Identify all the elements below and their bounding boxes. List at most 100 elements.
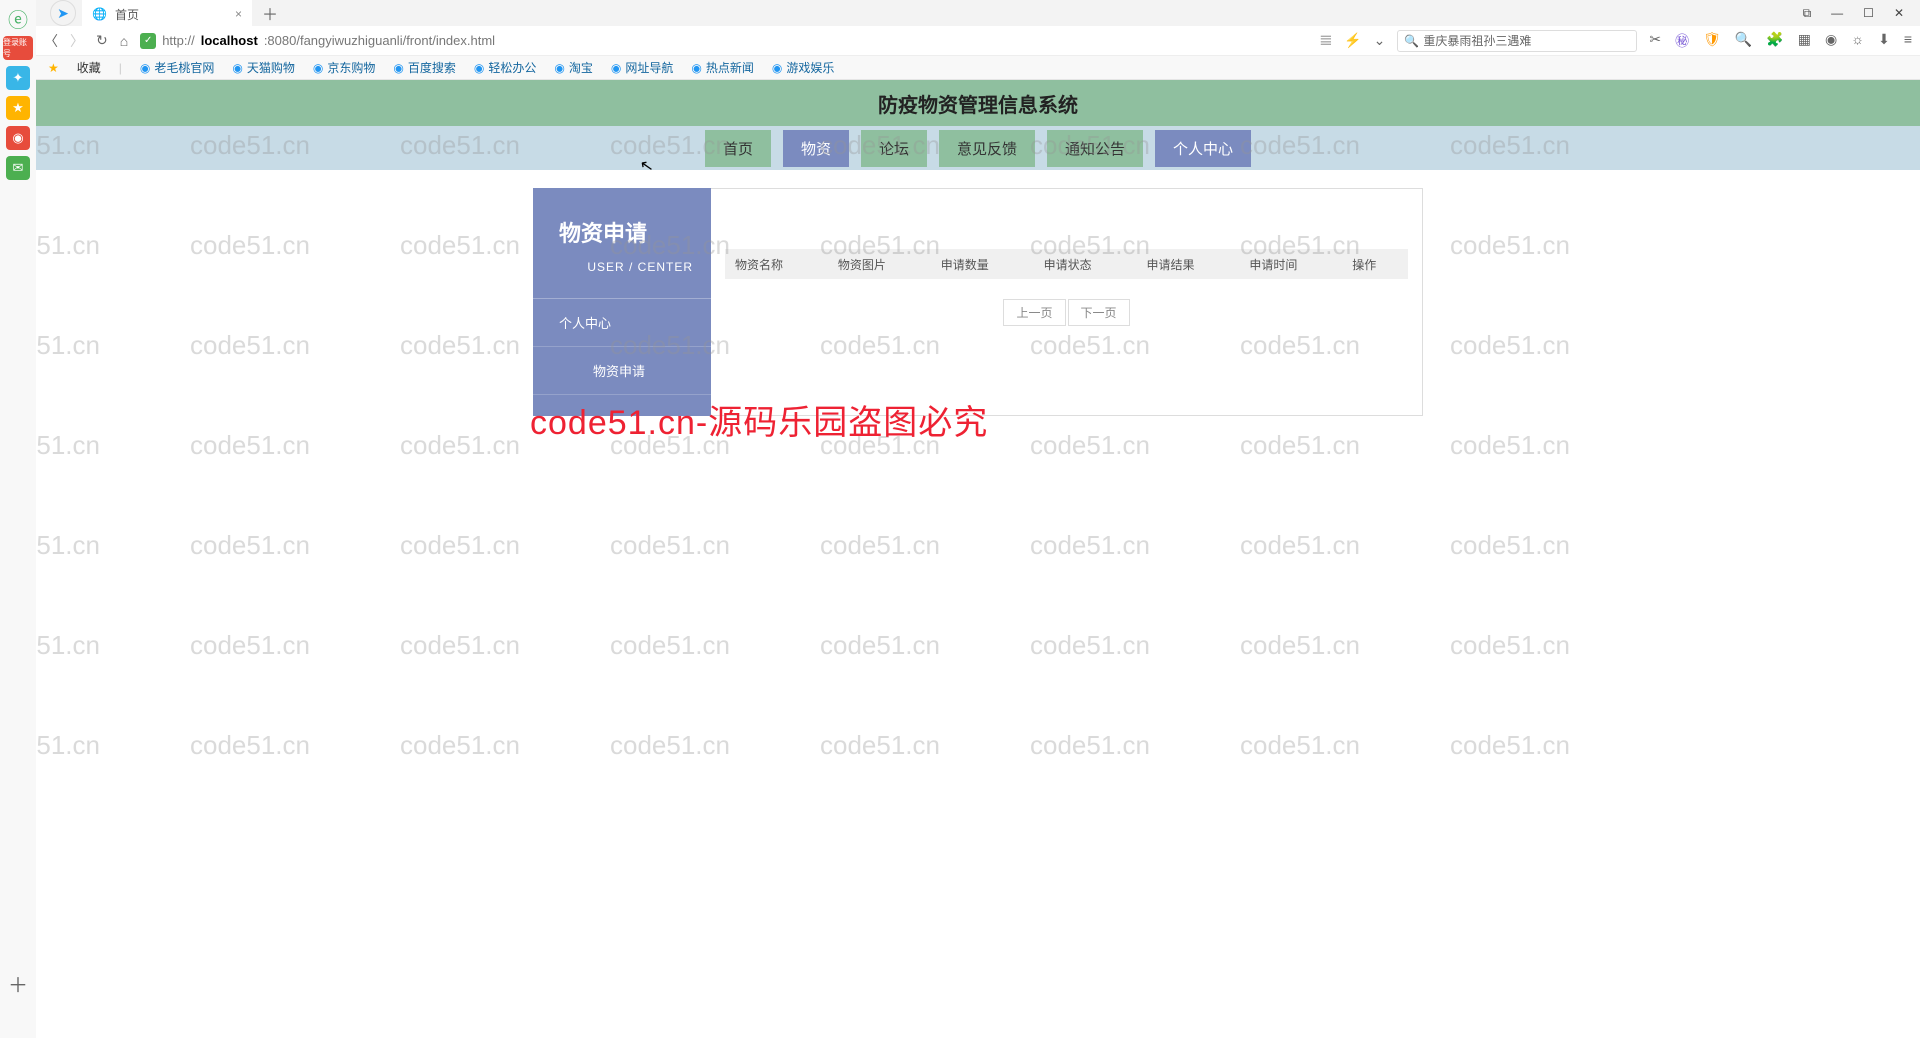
watermark-bg: code51.cn [820,630,940,661]
chevron-down-icon[interactable]: ⌄ [1374,32,1386,49]
nav-forum[interactable]: 论坛 [861,130,927,167]
watermark-bg: code51.cn [820,530,940,561]
bookmark-item-1[interactable]: ◉天猫购物 [232,59,295,76]
theme-icon[interactable]: ☼ [1851,31,1864,51]
globe-icon: ◉ [474,61,484,75]
active-tab-icon[interactable]: ➤ [50,0,76,26]
search-icon: 🔍 [1404,34,1419,48]
tab-title: 首页 [115,6,139,23]
nav-feedback[interactable]: 意见反馈 [939,130,1035,167]
url-field[interactable]: ✓ http://localhost:8080/fangyiwuzhiguanl… [140,33,780,49]
sidebar-item-material-apply[interactable]: 物资申请 [533,347,711,395]
sidebar-title: 物资申请 [533,188,711,254]
watermark-bg: code51.cn [610,730,730,761]
bookmark-fav-label[interactable]: 收藏 [77,59,101,76]
rail-app-3[interactable]: ◉ [6,126,30,150]
watermark-bg: code51.cn [1030,430,1150,461]
th-time: 申请时间 [1239,256,1342,273]
qr-icon[interactable]: 𝌆 [1320,32,1333,49]
menu-icon[interactable]: ≡ [1904,31,1912,51]
puzzle-icon[interactable]: 🧩 [1766,31,1783,51]
translate-icon[interactable]: ㊙ [1675,31,1689,51]
grid-icon[interactable]: ▦ [1798,31,1811,51]
watermark-bg: code51.cn [400,630,520,661]
rail-app-2[interactable]: ★ [6,96,30,120]
bookmark-item-6[interactable]: ◉网址导航 [611,59,674,76]
window-pip-icon[interactable]: ⧉ [1803,6,1812,21]
pager-next[interactable]: 下一页 [1068,299,1130,326]
site-banner: 防疫物资管理信息系统 [36,80,1920,126]
browser-left-rail: ⓔ 登录账号 ✦ ★ ◉ ✉ ＋ [0,0,36,1038]
th-result: 申请结果 [1137,256,1240,273]
nav-home[interactable]: 首页 [705,130,771,167]
scissors-icon[interactable]: ✂ [1649,31,1661,51]
th-status: 申请状态 [1034,256,1137,273]
watermark-bg: code51.cn [1240,430,1360,461]
bolt-icon[interactable]: ⚡ [1344,32,1361,49]
watermark-bg: code51.cn [1450,730,1570,761]
bookmark-bar: ★ 收藏 | ◉老毛桃官网◉天猫购物◉京东购物◉百度搜索◉轻松办公◉淘宝◉网址导… [36,56,1920,80]
watermark-bg: code51.cn [1030,630,1150,661]
pager: 上一页 下一页 [711,299,1422,326]
rail-add[interactable]: ＋ [8,969,28,998]
search-input[interactable]: 🔍 重庆暴雨祖孙三遇难 [1397,30,1637,52]
nav-notice[interactable]: 通知公告 [1047,130,1143,167]
sidebar-item-user-center[interactable]: 个人中心 [533,299,711,347]
bookmark-item-8[interactable]: ◉游戏娱乐 [772,59,835,76]
reload-icon[interactable]: ↻ [96,32,108,49]
watermark-bg: code51.cn [1240,730,1360,761]
watermark-bg: code51.cn [1450,430,1570,461]
watermark-bg: code51.cn [1240,530,1360,561]
rail-app-1[interactable]: ✦ [6,66,30,90]
globe-icon: ◉ [691,61,701,75]
back-icon[interactable]: 〈 [44,31,58,51]
th-image: 物资图片 [828,256,931,273]
bookmark-item-0[interactable]: ◉老毛桃官网 [140,59,215,76]
globe-icon: ◉ [393,61,403,75]
main-panel: 物资名称 物资图片 申请数量 申请状态 申请结果 申请时间 操作 上一页 下一页 [711,188,1423,416]
nav-user-center[interactable]: 个人中心 [1155,130,1251,167]
globe-icon: ◉ [611,61,621,75]
watermark-bg: code51.cn [610,630,730,661]
bookmark-item-3[interactable]: ◉百度搜索 [393,59,456,76]
globe-icon: ◉ [313,61,323,75]
window-minimize-icon[interactable]: — [1831,6,1843,21]
shield-icon: ✓ [140,33,156,49]
bookmark-item-7[interactable]: ◉热点新闻 [691,59,754,76]
sidebar: 物资申请 USER / CENTER 个人中心 物资申请 [533,188,711,416]
new-tab-button[interactable]: ＋ [262,1,278,25]
bookmark-item-4[interactable]: ◉轻松办公 [474,59,537,76]
sec-shield-icon[interactable]: 🛡 [1703,31,1721,51]
close-icon[interactable]: × [235,7,242,21]
url-rest: :8080/fangyiwuzhiguanli/front/index.html [264,33,495,48]
watermark-bg: code51.cn [820,730,940,761]
globe2-icon[interactable]: ◉ [1825,31,1837,51]
window-maximize-icon[interactable]: ☐ [1863,6,1874,21]
rail-badge: 登录账号 [3,36,33,60]
watermark-bg: code51.cn [190,730,310,761]
watermark-large: code51.cn-源码乐园盗图必究 [530,395,988,444]
forward-icon[interactable]: 〉 [70,31,84,51]
bookmark-item-5[interactable]: ◉淘宝 [554,59,593,76]
globe-icon: ◉ [140,61,150,75]
rail-logo: ⓔ [6,6,30,30]
pager-prev[interactable]: 上一页 [1003,299,1065,326]
window-close-icon[interactable]: ✕ [1894,6,1904,21]
watermark-bg: code51.cn [400,730,520,761]
watermark-bg: code51.cn [400,530,520,561]
browser-tab[interactable]: 🌐 首页 × [82,0,252,26]
tool-search-icon[interactable]: 🔍 [1735,31,1752,51]
watermark-bg: code51.cn [400,430,520,461]
watermark-bg: code51.cn [610,530,730,561]
bookmark-item-2[interactable]: ◉京东购物 [313,59,376,76]
th-action: 操作 [1342,256,1408,273]
url-host: localhost [201,33,258,48]
globe-icon: ◉ [554,61,564,75]
download-icon[interactable]: ⬇ [1878,31,1890,51]
nav-materials[interactable]: 物资 [783,130,849,167]
rail-app-4[interactable]: ✉ [6,156,30,180]
globe-icon: ◉ [772,61,782,75]
home-icon[interactable]: ⌂ [120,33,128,49]
watermark-bg: code51.cn [190,430,310,461]
search-placeholder: 重庆暴雨祖孙三遇难 [1423,32,1531,49]
